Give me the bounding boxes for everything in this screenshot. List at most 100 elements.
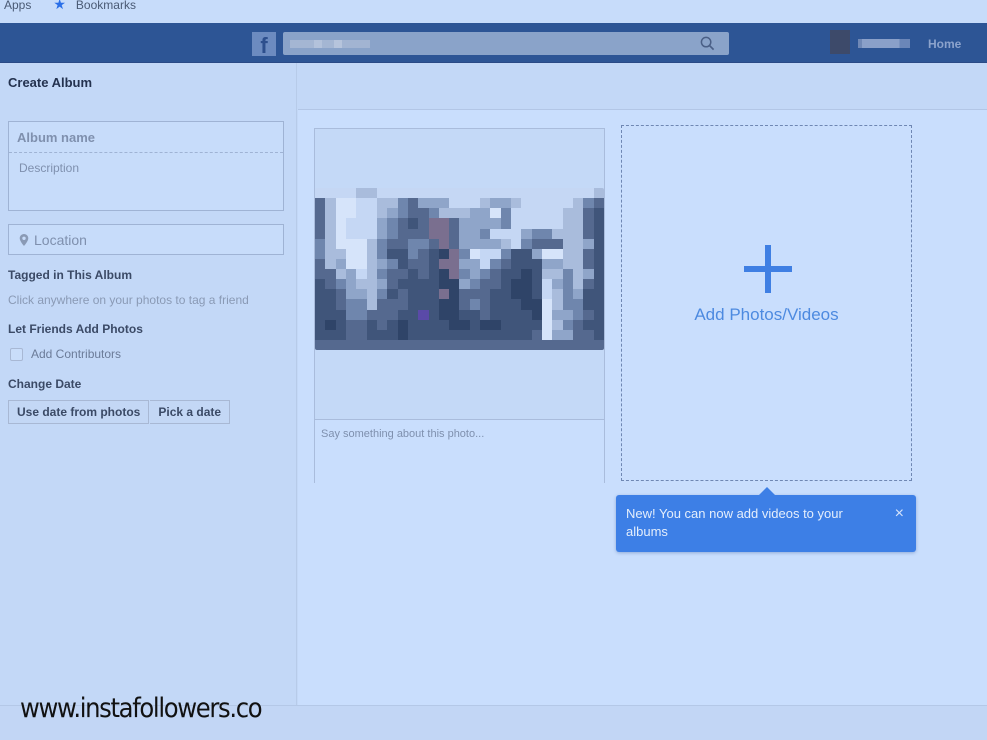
photo-pixel [376, 208, 388, 219]
photo-pixel [542, 198, 553, 209]
photo-pixel [552, 339, 563, 350]
photo-pixel [480, 269, 491, 280]
photo-pixel [397, 208, 408, 219]
photo-pixel [490, 198, 501, 209]
photo-pixel [325, 188, 336, 199]
album-name-input[interactable]: Album name [9, 122, 283, 153]
photo-pixel [531, 339, 543, 350]
photo-pixel [521, 269, 532, 280]
add-photos-videos-dropzone[interactable]: Add Photos/Videos [621, 125, 912, 481]
photo-pixel [335, 339, 346, 350]
photo-pixel [593, 228, 604, 239]
photo-pixel [366, 228, 377, 239]
photo-pixel [593, 269, 604, 280]
album-description-input[interactable]: Description [9, 153, 283, 183]
photo-pixel [531, 198, 543, 209]
photo-pixel [428, 319, 439, 330]
photo-pixel [356, 299, 367, 310]
photo-pixel [542, 238, 553, 249]
photo-pixel [345, 188, 357, 199]
photo-pixel [480, 218, 491, 229]
photo-pixel [315, 238, 326, 249]
photo-pixel [469, 319, 481, 330]
photo-pixel [428, 198, 439, 209]
photo-pixel [345, 248, 357, 259]
nav-home-link[interactable]: Home [928, 37, 961, 51]
photo-pixel [562, 299, 574, 310]
location-input[interactable]: Location [8, 224, 284, 255]
photo-pixel [583, 289, 594, 300]
photo-pixel [583, 319, 594, 330]
photo-pixel [542, 258, 553, 269]
photo-pixel [542, 339, 553, 350]
photo-pixel [459, 218, 470, 229]
add-contributors-label: Add Contributors [31, 347, 122, 361]
photo-pixel [583, 218, 594, 229]
profile-name-redacted[interactable] [858, 39, 910, 48]
photo-pixel [438, 269, 450, 280]
photo-pixel [387, 258, 398, 269]
photo-pixel [542, 299, 553, 310]
search-icon[interactable] [700, 36, 715, 51]
photo-pixel [593, 238, 604, 249]
photo-pixel [376, 279, 388, 290]
photo-pixel [366, 198, 377, 209]
photo-pixel [315, 279, 326, 290]
photo-pixel [562, 258, 574, 269]
photo-pixel [387, 208, 398, 219]
photo-pixel [345, 319, 357, 330]
photo-pixel [562, 198, 574, 209]
photo-pixel [490, 228, 501, 239]
photo-pixel [583, 269, 594, 280]
photo-pixel [428, 188, 439, 199]
photo-pixel [315, 258, 326, 269]
avatar[interactable] [830, 30, 850, 54]
photo-pixel [356, 289, 367, 300]
photo-pixel [407, 238, 419, 249]
add-contributors-row[interactable]: Add Contributors [10, 347, 121, 361]
photo-pixel [376, 258, 388, 269]
photo-pixel [315, 248, 326, 259]
close-icon[interactable]: × [895, 505, 904, 523]
bookmark-apps[interactable]: Apps [4, 0, 31, 12]
photo-pixel [356, 208, 367, 219]
photo-pixel [583, 329, 594, 340]
photo-pixel [542, 279, 553, 290]
use-date-from-photos-button[interactable]: Use date from photos [8, 400, 150, 424]
pick-a-date-button[interactable]: Pick a date [150, 400, 231, 424]
photo-pixel [480, 279, 491, 290]
photo-pixel [521, 279, 532, 290]
photo-pixel [511, 279, 522, 290]
photo-pixel [315, 339, 326, 350]
photo-pixel [335, 329, 346, 340]
new-feature-tooltip: New! You can now add videos to your albu… [616, 487, 916, 552]
add-contributors-checkbox[interactable] [10, 347, 23, 361]
bookmark-bookmarks-label: Bookmarks [75, 0, 136, 12]
photo-pixel [397, 289, 408, 300]
photo-pixel [490, 289, 501, 300]
photo-pixel [418, 299, 429, 310]
photo-pixel [356, 339, 367, 350]
photo-pixel [459, 228, 470, 239]
photo-pixel [593, 258, 604, 269]
photo-pixel [562, 188, 574, 199]
photo-pixel [593, 289, 604, 300]
photo-pixel [325, 218, 336, 229]
photo-pixel [562, 238, 574, 249]
photo-pixel [449, 319, 460, 330]
photo-pixel [573, 329, 584, 340]
uploaded-photo[interactable] [315, 188, 604, 350]
bookmark-bookmarks[interactable]: ★ Bookmarks [45, 0, 136, 13]
photo-pixel [593, 198, 604, 209]
search-input[interactable] [283, 32, 729, 55]
location-pin-icon [19, 233, 29, 246]
photo-pixel [511, 218, 522, 229]
photo-pixel [376, 228, 388, 239]
photo-caption-input[interactable]: Say something about this photo... [315, 419, 604, 483]
photo-pixel [511, 289, 522, 300]
photo-pixel [335, 319, 346, 330]
photo-pixel [490, 329, 501, 340]
photo-pixel [366, 299, 377, 310]
photo-pixel [376, 238, 388, 249]
facebook-logo-icon[interactable]: f [252, 32, 276, 56]
